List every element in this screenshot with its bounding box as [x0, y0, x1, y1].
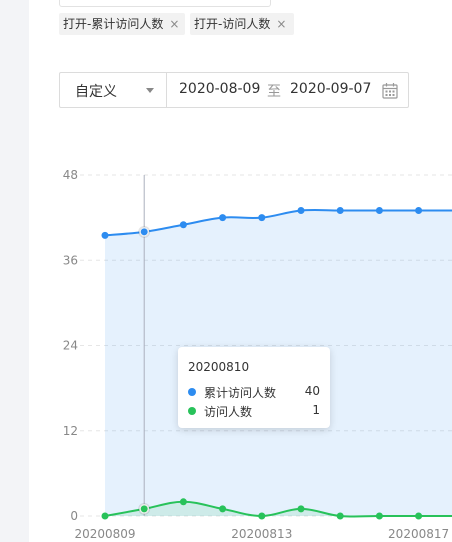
data-point [179, 221, 187, 229]
visitors-line-chart: 48 36 24 12 0 20200809 20200813 20200817 [63, 168, 452, 541]
y-tick-label: 12 [63, 424, 78, 438]
series-dot [188, 407, 196, 415]
data-point [375, 207, 383, 215]
data-point [336, 207, 344, 215]
data-point [101, 512, 109, 520]
x-tick-label: 20200809 [74, 527, 135, 541]
tooltip-series-value: 40 [304, 384, 320, 398]
series-dot [188, 388, 196, 396]
y-tick-label: 36 [63, 253, 78, 267]
data-point [140, 228, 148, 236]
chart-tooltip: 20200810 累计访问人数 40 访问人数 1 [178, 347, 330, 428]
data-point [415, 207, 423, 215]
x-tick-label: 20200817 [388, 527, 449, 541]
tooltip-series-value: 1 [312, 403, 320, 417]
tooltip-title: 20200810 [188, 360, 250, 374]
tooltip-series-name: 累计访问人数 [204, 386, 277, 400]
data-point [140, 505, 148, 513]
data-point [375, 512, 383, 520]
data-point [101, 231, 109, 239]
x-tick-label: 20200813 [231, 527, 292, 541]
y-tick-label: 24 [63, 339, 78, 353]
data-point [179, 498, 187, 506]
data-point [297, 207, 305, 215]
tooltip-row-cumulative: 累计访问人数 40 [188, 384, 320, 400]
data-point [258, 214, 266, 222]
data-point [219, 505, 227, 513]
data-point [415, 512, 423, 520]
data-point [297, 505, 305, 513]
tooltip-row-visitors: 访问人数 1 [188, 403, 320, 419]
data-point [258, 512, 266, 520]
y-tick-label: 0 [70, 509, 78, 523]
data-point [219, 214, 227, 222]
tooltip-series-name: 访问人数 [204, 405, 253, 419]
data-point [336, 512, 344, 520]
y-tick-label: 48 [63, 168, 78, 182]
